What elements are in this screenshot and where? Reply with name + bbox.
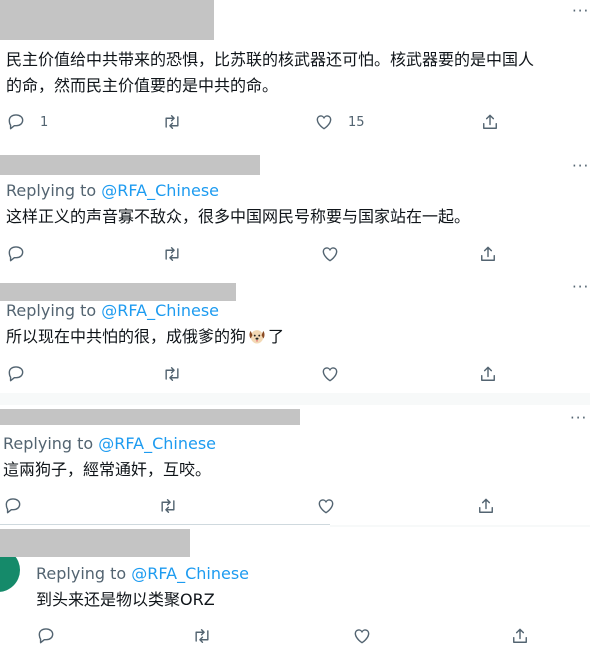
reply-icon [5,498,21,514]
tweet-divider [330,525,590,527]
retweet-icon [165,367,179,381]
replying-to: Replying to @RFA_Chinese [6,301,219,320]
retweet-icon [161,499,175,513]
redacted-username [0,283,236,301]
reply-icon [38,628,54,644]
tweet-actions [0,240,560,268]
replying-handle-link[interactable]: @RFA_Chinese [101,181,219,200]
retweet-icon [165,247,179,261]
reply-icon [8,246,24,262]
tweet-actions [0,360,560,388]
share-icon [479,498,493,513]
like-icon [316,115,332,130]
replying-prefix: Replying to [6,181,97,200]
like-icon [354,629,370,644]
replying-handle-link[interactable]: @RFA_Chinese [98,434,216,453]
redacted-username [0,409,300,425]
like-button[interactable]: 15 [314,108,365,136]
tweet-divider [0,393,590,405]
share-icon [483,114,497,129]
share-button[interactable] [478,240,498,268]
tweet-text: 所以现在中共怕的很，成俄爹的狗 了 [6,324,284,354]
reply-button[interactable] [36,622,56,650]
share-button[interactable] [510,622,530,650]
like-icon [318,499,334,514]
retweet-button[interactable] [158,492,178,520]
more-icon[interactable]: ··· [572,159,589,174]
reply-icon [8,366,24,382]
tweet-actions: 1 15 [0,108,560,136]
more-icon[interactable]: ··· [572,4,589,19]
reply-button[interactable] [6,360,26,388]
reply-button[interactable] [3,492,23,520]
retweet-button[interactable] [162,360,182,388]
like-icon [322,247,338,262]
tweet-actions [0,622,560,650]
replying-prefix: Replying to [6,301,97,320]
like-button[interactable] [320,240,340,268]
share-button[interactable] [480,108,500,136]
tweet-text: 這兩狗子，經常通奸，互咬。 [3,460,212,479]
redacted-username [0,155,260,175]
tweet-separator [0,524,330,525]
like-button[interactable] [320,360,340,388]
retweet-button[interactable] [192,622,212,650]
like-icon [322,367,338,382]
share-icon [481,246,495,261]
like-button[interactable] [316,492,336,520]
tweet-text: 到头来还是物以类聚ORZ [36,590,215,609]
tweet-actions [0,492,560,520]
share-button[interactable] [476,492,496,520]
like-count: 15 [348,114,365,130]
like-button[interactable] [352,622,372,650]
redacted-username [0,529,190,557]
tweet-text-line2: 的命，然而民主价值要的是中共的命。 [6,76,279,95]
reply-icon [8,114,24,130]
share-icon [481,366,495,381]
dog-face-icon [247,326,267,354]
replying-to: Replying to @RFA_Chinese [36,564,249,583]
retweet-button[interactable] [162,108,182,136]
replying-to: Replying to @RFA_Chinese [3,434,216,453]
tweet-text-main: 所以现在中共怕的很，成俄爹的狗 [6,327,247,346]
retweet-icon [165,115,179,129]
tweet-text: 民主价值给中共带来的恐惧，比苏联的核武器还可怕。核武器要的是中国人 [6,50,535,69]
reply-button[interactable]: 1 [6,108,48,136]
replying-handle-link[interactable]: @RFA_Chinese [101,301,219,320]
share-button[interactable] [478,360,498,388]
replying-prefix: Replying to [36,564,127,583]
retweet-icon [195,629,209,643]
redacted-username [0,0,214,40]
retweet-button[interactable] [162,240,182,268]
tweet-text-tail: 了 [268,327,285,346]
replying-handle-link[interactable]: @RFA_Chinese [131,564,249,583]
replying-to: Replying to @RFA_Chinese [6,181,219,200]
reply-count: 1 [40,114,49,130]
replying-prefix: Replying to [3,434,94,453]
reply-button[interactable] [6,240,26,268]
more-icon[interactable]: ··· [572,280,589,295]
more-icon[interactable]: ··· [570,411,587,426]
share-icon [513,628,527,643]
tweet-text: 这样正义的声音寡不敌众，很多中国网民号称要与国家站在一起。 [6,207,471,226]
